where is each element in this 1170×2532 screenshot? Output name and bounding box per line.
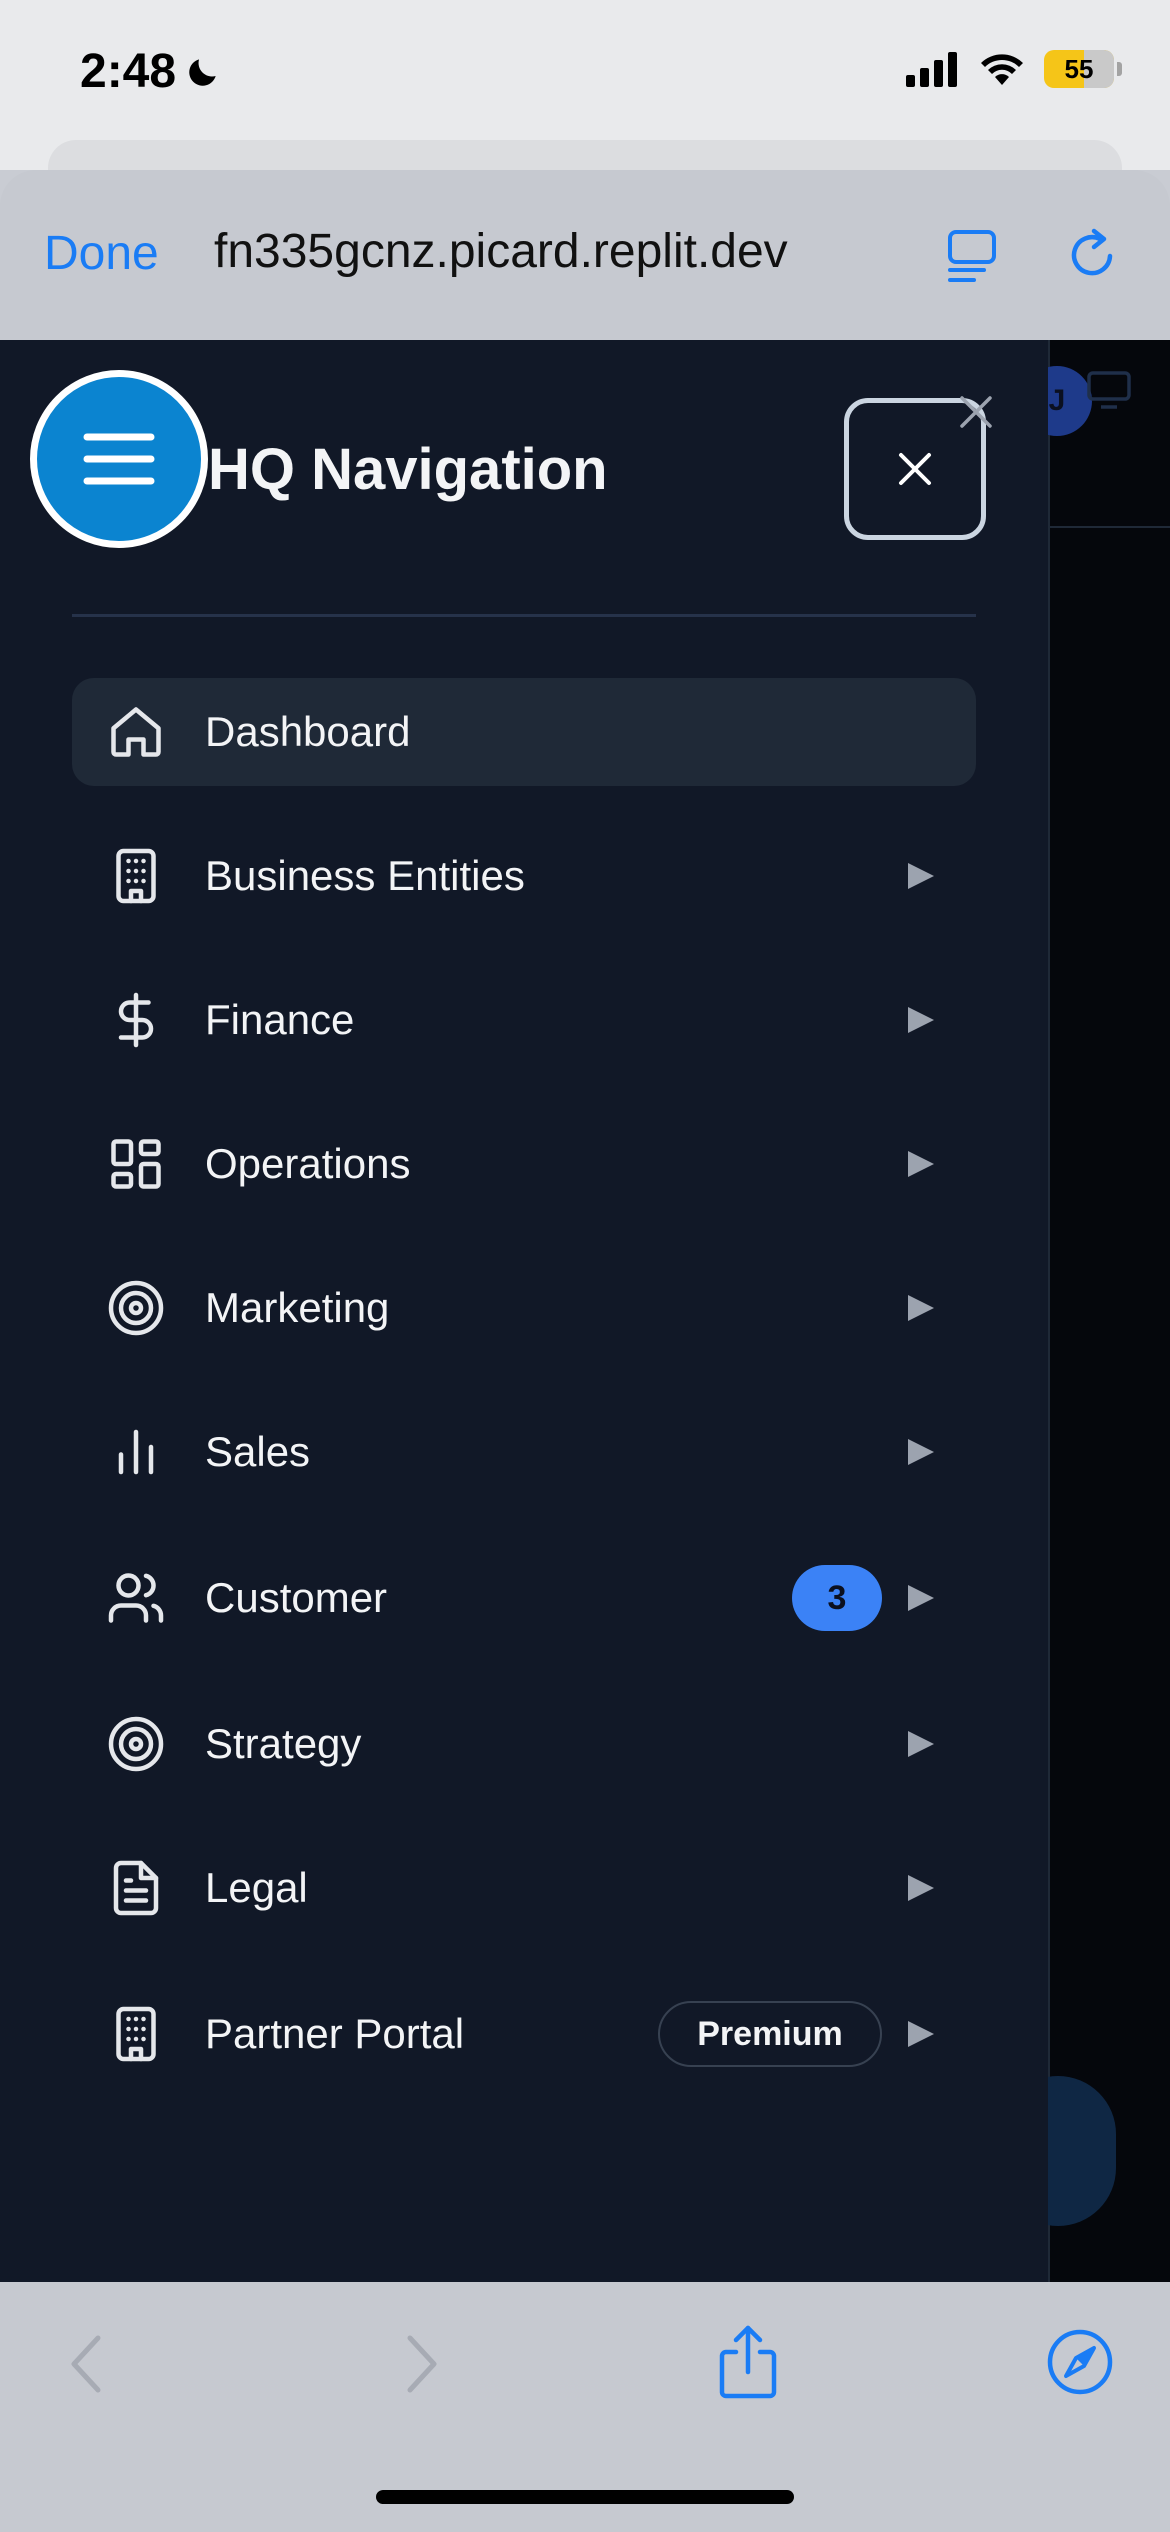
wifi-icon xyxy=(981,54,1023,85)
drawer-divider xyxy=(72,614,976,617)
url-field[interactable]: fn335gcnz.picard.replit.dev xyxy=(214,224,904,279)
status-time: 2:48 xyxy=(80,44,222,99)
expand-arrow-icon[interactable] xyxy=(908,1007,934,1033)
nav-item-label: Sales xyxy=(205,1428,311,1475)
navigation-drawer: HQ Navigation Dashboard Business Entitie… xyxy=(0,340,1048,2282)
menu-toggle-button[interactable] xyxy=(30,370,208,548)
nav-item-label: Strategy xyxy=(205,1720,362,1767)
nav-item-marketing[interactable]: Marketing xyxy=(72,1254,976,1362)
notification-count-badge: 3 xyxy=(792,1565,882,1631)
monitor-icon xyxy=(1087,371,1131,409)
bar-chart-icon xyxy=(106,1422,166,1482)
forward-icon[interactable] xyxy=(402,2332,442,2396)
expand-arrow-icon[interactable] xyxy=(908,2021,934,2047)
nav-item-operations[interactable]: Operations xyxy=(72,1110,976,1218)
nav-item-label: Partner Portal xyxy=(205,2010,465,2057)
building-icon xyxy=(106,846,166,906)
expand-arrow-icon[interactable] xyxy=(908,863,934,889)
home-indicator[interactable] xyxy=(376,2490,794,2504)
background-page-overlay xyxy=(1048,340,1170,2282)
close-icon[interactable] xyxy=(956,392,996,432)
file-text-icon xyxy=(106,1858,166,1918)
nav-item-legal[interactable]: Legal xyxy=(72,1834,976,1942)
layout-grid-icon xyxy=(106,1134,166,1194)
hamburger-icon xyxy=(83,433,155,485)
expand-arrow-icon[interactable] xyxy=(908,1585,934,1611)
nav-item-business-entities[interactable]: Business Entities xyxy=(72,822,976,930)
drawer-title: HQ Navigation xyxy=(208,437,608,502)
share-icon[interactable] xyxy=(716,2324,780,2400)
nav-item-dashboard[interactable]: Dashboard xyxy=(72,678,976,786)
dollar-icon xyxy=(106,990,166,1050)
status-indicators: 55 xyxy=(906,50,1122,88)
nav-item-label: Operations xyxy=(205,1140,411,1187)
moon-icon xyxy=(189,58,216,86)
back-icon[interactable] xyxy=(66,2332,106,2396)
web-page: J HQ Navigation Dashboard Business Entit… xyxy=(0,340,1170,2282)
background-divider xyxy=(1048,526,1170,528)
clock-text: 2:48 xyxy=(80,45,177,98)
browser-top-bar: Done fn335gcnz.picard.replit.dev xyxy=(0,170,1170,340)
building-icon xyxy=(106,2004,166,2064)
nav-item-strategy[interactable]: Strategy xyxy=(72,1690,976,1798)
nav-item-label: Marketing xyxy=(205,1284,390,1331)
reader-view-icon[interactable] xyxy=(944,226,1004,286)
target-icon xyxy=(106,1278,166,1338)
expand-arrow-icon[interactable] xyxy=(908,1439,934,1465)
nav-item-finance[interactable]: Finance xyxy=(72,966,976,1074)
premium-badge: Premium xyxy=(658,2001,882,2067)
expand-arrow-icon[interactable] xyxy=(908,1731,934,1757)
nav-item-customer[interactable]: Customer 3 xyxy=(72,1544,976,1652)
battery-icon: 55 xyxy=(1044,50,1122,88)
expand-arrow-icon[interactable] xyxy=(908,1151,934,1177)
expand-arrow-icon[interactable] xyxy=(908,1295,934,1321)
nav-item-label: Dashboard xyxy=(205,708,411,755)
home-icon xyxy=(106,702,166,762)
nav-item-label: Customer xyxy=(205,1574,388,1621)
done-button[interactable]: Done xyxy=(44,226,159,281)
cellular-signal-icon xyxy=(906,52,957,87)
nav-item-partner-portal[interactable]: Partner Portal Premium xyxy=(72,1980,976,2088)
reload-icon[interactable] xyxy=(1064,226,1120,282)
compass-icon[interactable] xyxy=(1046,2328,1114,2396)
nav-item-label: Legal xyxy=(205,1864,308,1911)
nav-item-label: Business Entities xyxy=(205,852,525,899)
nav-item-sales[interactable]: Sales xyxy=(72,1398,976,1506)
target-icon xyxy=(106,1714,166,1774)
nav-item-label: Finance xyxy=(205,996,355,1043)
users-icon xyxy=(106,1568,166,1628)
battery-level: 55 xyxy=(1064,53,1094,84)
close-icon xyxy=(899,453,931,485)
expand-arrow-icon[interactable] xyxy=(908,1875,934,1901)
